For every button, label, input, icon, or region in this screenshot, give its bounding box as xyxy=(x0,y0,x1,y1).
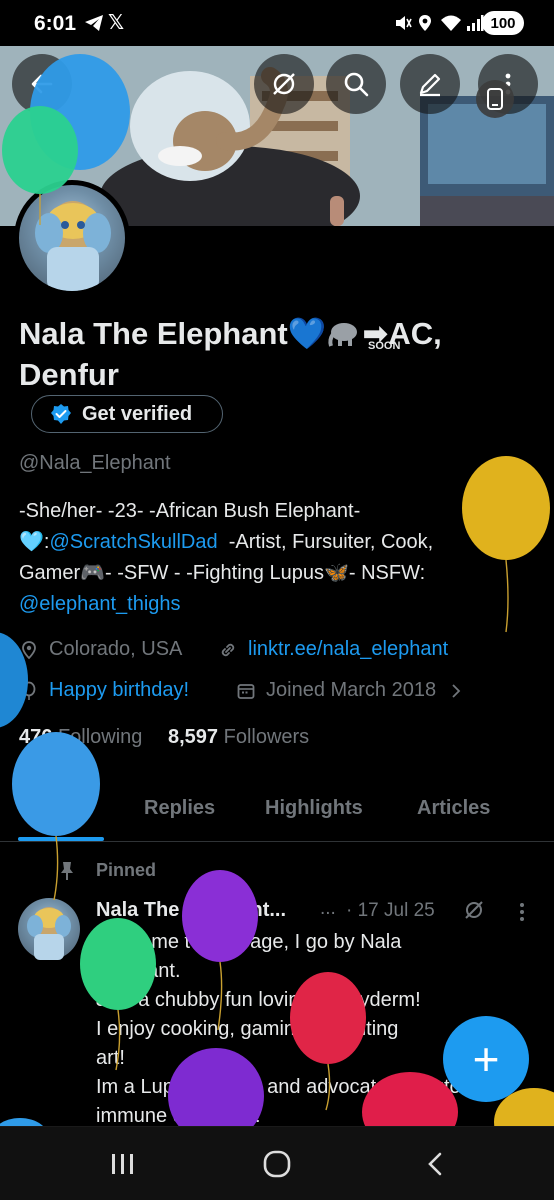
post-text-line: Welcome to my page, I go by Nala xyxy=(96,931,402,953)
location-pin-icon xyxy=(22,640,36,659)
back-arrow-icon xyxy=(428,1152,442,1176)
compose-button[interactable]: + xyxy=(443,1016,529,1102)
edit-icon xyxy=(419,73,441,97)
post-more-icon[interactable] xyxy=(512,900,532,924)
website-row[interactable]: linktr.ee/nala_elephant xyxy=(218,638,448,661)
post-author-avatar[interactable] xyxy=(18,898,80,960)
soon-label: SOON xyxy=(368,340,401,352)
sync-icon[interactable] xyxy=(462,898,486,922)
back-nav-button[interactable] xyxy=(418,1147,452,1181)
link-icon xyxy=(221,643,235,656)
verified-badge-icon xyxy=(51,404,71,424)
chevron-right-icon[interactable] xyxy=(446,681,466,701)
x-icon: 𝕏 xyxy=(108,12,125,34)
joined-row: Joined March 2018 xyxy=(236,679,466,702)
blue-heart-emoji: 💙 xyxy=(287,316,327,351)
post-text-line: Elephant. xyxy=(96,960,181,982)
elephant-emoji xyxy=(326,317,362,347)
following-count: 476 xyxy=(19,726,53,748)
gamepad-emoji: 🎮 xyxy=(80,562,106,584)
light-blue-heart-emoji: 🩵 xyxy=(19,531,44,553)
birthday-text[interactable]: Happy birthday! xyxy=(49,679,189,702)
post-text-line: Just a chubby fun loving pachyderm! xyxy=(96,989,421,1011)
post-date: · 17 Jul 25 xyxy=(346,900,435,921)
display-name: Nala The Elephant💙 ➡AC, Denfur xyxy=(19,313,539,395)
status-bar: 6:01 𝕏 100 xyxy=(0,0,554,46)
profile-handle: @Nala_Elephant xyxy=(19,452,171,474)
battery-indicator: 100 xyxy=(482,11,524,35)
followers-label: Followers xyxy=(223,726,310,748)
status-time: 6:01 xyxy=(34,12,77,35)
follow-stats: 476 Following 8,597 Followers xyxy=(19,726,309,749)
active-tab-indicator xyxy=(18,837,104,841)
display-name-text-3: Denfur xyxy=(19,357,119,392)
back-icon xyxy=(31,74,53,94)
get-verified-label: Get verified xyxy=(82,402,193,425)
home-button[interactable] xyxy=(260,1147,294,1181)
get-verified-button[interactable]: Get verified xyxy=(31,395,223,433)
tab-replies[interactable]: Replies xyxy=(144,797,215,820)
profile-bio: -She/her- -23- -African Bush Elephant- 🩵… xyxy=(19,496,539,620)
sync-button[interactable] xyxy=(254,54,314,114)
recent-apps-icon xyxy=(112,1154,133,1174)
post-author-dots: ... xyxy=(320,898,336,919)
post-author-name[interactable]: Nala The Elephant... xyxy=(96,899,286,922)
tab-articles[interactable]: Articles xyxy=(417,797,490,820)
following-label: Following xyxy=(57,726,143,748)
search-button[interactable] xyxy=(326,54,386,114)
location-row: Colorado, USA xyxy=(19,638,182,661)
sync-icon xyxy=(273,73,295,95)
bio-line-3a: Gamer xyxy=(19,562,81,584)
profile-avatar[interactable] xyxy=(14,180,130,296)
location-text: Colorado, USA xyxy=(49,638,183,660)
edit-button[interactable] xyxy=(400,54,460,114)
website-link[interactable]: linktr.ee/nala_elephant xyxy=(248,638,448,661)
followers-count: 8,597 xyxy=(167,726,219,748)
balloon-icon xyxy=(22,681,36,700)
search-icon xyxy=(344,72,369,97)
butterfly-emoji: 🦋 xyxy=(323,562,349,584)
mention-link-scratchskulldad[interactable]: @ScratchSkullDad xyxy=(49,531,217,553)
display-name-text: Nala The Elephant xyxy=(19,316,288,351)
following-link[interactable]: 476 Following xyxy=(19,726,142,748)
pin-icon xyxy=(61,862,73,880)
mute-icon xyxy=(394,14,412,35)
birthday-row: Happy birthday! xyxy=(19,679,189,702)
wifi-icon xyxy=(440,14,462,35)
joined-text: Joined March 2018 xyxy=(266,679,437,701)
tab-highlights[interactable]: Highlights xyxy=(265,797,363,820)
bio-line-3b: - -SFW - -Fighting Lupus xyxy=(105,562,324,584)
calendar-icon xyxy=(237,683,255,699)
recent-apps-button[interactable] xyxy=(106,1147,140,1181)
phone-icon[interactable] xyxy=(476,80,514,118)
back-button[interactable] xyxy=(12,54,72,114)
location-icon xyxy=(418,14,432,35)
tab-posts[interactable]: Posts xyxy=(32,797,86,820)
bio-line-3c: - NSFW: xyxy=(348,562,426,584)
home-icon xyxy=(263,1150,291,1178)
pinned-label: Pinned xyxy=(96,860,157,880)
followers-link[interactable]: 8,597 Followers xyxy=(168,726,309,748)
mention-link-elephant-thighs[interactable]: @elephant_thighs xyxy=(19,593,181,615)
telegram-icon xyxy=(84,14,104,35)
bio-line-2: -Artist, Fursuiter, Cook, xyxy=(217,531,434,553)
profile-tabs: Posts Replies Highlights Articles xyxy=(0,780,554,842)
android-nav-bar xyxy=(0,1126,554,1200)
bio-line-1: -She/her- -23- -African Bush Elephant- xyxy=(19,500,361,522)
